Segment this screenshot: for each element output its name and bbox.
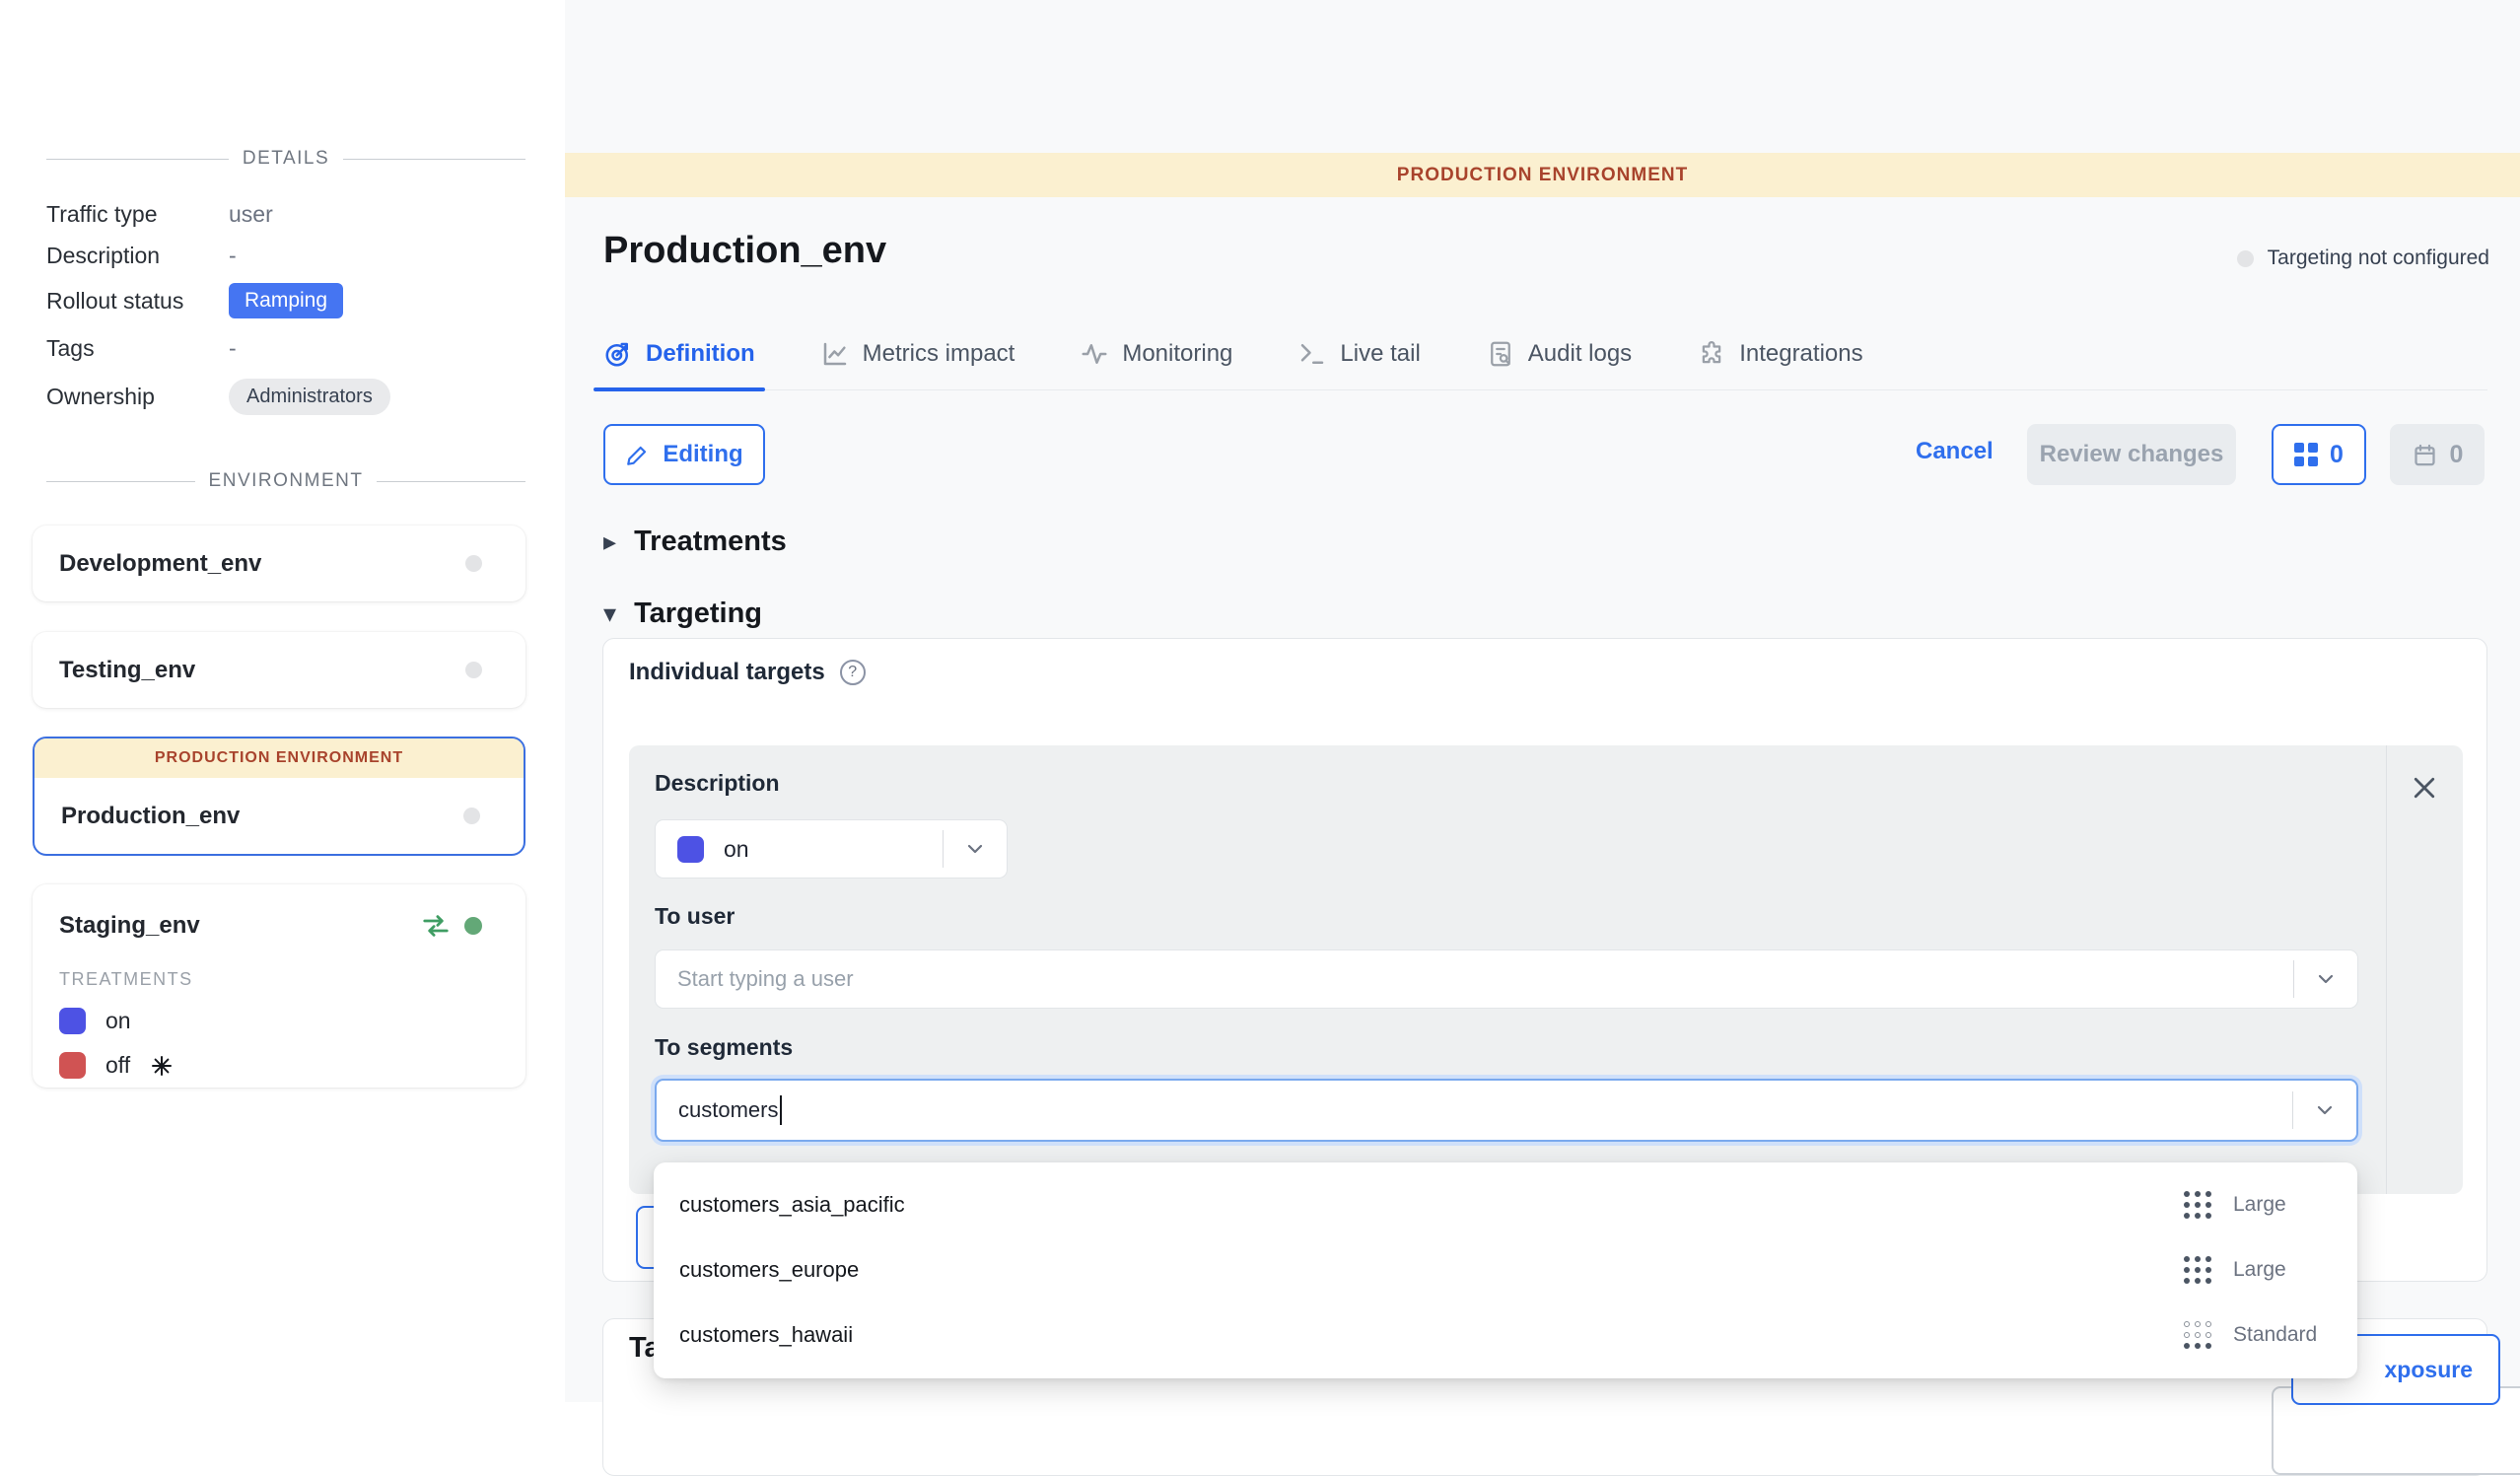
tab-definition[interactable]: Definition bbox=[603, 331, 755, 389]
individual-targets-title: Individual targets bbox=[629, 659, 825, 686]
environment-heading: ENVIRONMENT bbox=[46, 470, 525, 492]
segment-option-hawaii[interactable]: customers_hawaii Standard bbox=[654, 1302, 2357, 1368]
treatment-on-swatch bbox=[59, 1008, 86, 1034]
detail-row-description: Description - bbox=[46, 235, 525, 276]
close-icon[interactable] bbox=[2410, 773, 2439, 803]
segments-dropdown: customers_asia_pacific Large customers_e… bbox=[654, 1162, 2357, 1378]
terminal-icon bbox=[1297, 339, 1327, 369]
to-segments-label: To segments bbox=[655, 1034, 793, 1061]
ownership-chip[interactable]: Administrators bbox=[229, 379, 390, 415]
tab-metrics-impact[interactable]: Metrics impact bbox=[820, 331, 1015, 389]
detail-row-tags: Tags - bbox=[46, 325, 525, 371]
grid-icon bbox=[2294, 443, 2318, 466]
detail-row-traffic-type: Traffic type user bbox=[46, 193, 525, 235]
env-card-development[interactable]: Development_env bbox=[33, 526, 525, 601]
status-dot-green bbox=[464, 917, 482, 935]
tab-integrations[interactable]: Integrations bbox=[1697, 331, 1862, 389]
puzzle-icon bbox=[1697, 339, 1726, 369]
production-environment-banner: PRODUCTION ENVIRONMENT bbox=[565, 153, 2520, 197]
chevron-down-icon: ▾ bbox=[603, 598, 616, 629]
tab-live-tail[interactable]: Live tail bbox=[1297, 331, 1420, 389]
chevron-down-icon[interactable] bbox=[2294, 967, 2357, 991]
card-divider bbox=[2386, 745, 2387, 1194]
text-caret bbox=[780, 1095, 782, 1125]
segment-size-icon-large bbox=[2184, 1191, 2211, 1219]
status-dot-gray bbox=[465, 662, 482, 678]
tab-bar: Definition Metrics impact Monitoring Liv… bbox=[603, 331, 2487, 390]
scheduled-changes-button[interactable]: 0 bbox=[2390, 424, 2485, 485]
env-card-production[interactable]: PRODUCTION ENVIRONMENT Production_env bbox=[33, 737, 525, 856]
segment-option-europe[interactable]: customers_europe Large bbox=[654, 1237, 2357, 1302]
status-dot-gray bbox=[465, 555, 482, 572]
rollout-status-badge: Ramping bbox=[229, 283, 343, 318]
details-heading: DETAILS bbox=[46, 148, 525, 170]
treatment-select[interactable]: on bbox=[655, 819, 1008, 879]
details-rows: Traffic type user Description - Rollout … bbox=[46, 193, 525, 422]
tab-monitoring[interactable]: Monitoring bbox=[1080, 331, 1232, 389]
status-dot-gray bbox=[463, 808, 480, 824]
treatment-off: off bbox=[59, 1052, 525, 1079]
swap-arrows-icon bbox=[421, 913, 451, 939]
pencil-icon bbox=[625, 442, 651, 467]
segment-size-icon-large bbox=[2184, 1256, 2211, 1284]
pulse-icon bbox=[1080, 339, 1109, 369]
segments-input[interactable]: customers bbox=[655, 1079, 2358, 1142]
status-dot-gray bbox=[2237, 250, 2254, 267]
chevron-right-icon: ▸ bbox=[603, 527, 616, 557]
treatment-off-swatch bbox=[59, 1052, 86, 1079]
cancel-button[interactable]: Cancel bbox=[1916, 438, 1994, 465]
description-label: Description bbox=[655, 770, 780, 797]
env-card-testing[interactable]: Testing_env bbox=[33, 632, 525, 708]
to-user-label: To user bbox=[655, 903, 735, 930]
user-input-placeholder: Start typing a user bbox=[677, 966, 2293, 992]
targeting-section-toggle[interactable]: ▾ Targeting bbox=[603, 597, 762, 630]
targeting-status: Targeting not configured bbox=[2237, 246, 2489, 270]
treatment-on-swatch bbox=[677, 836, 704, 863]
treatments-section-toggle[interactable]: ▸ Treatments bbox=[603, 526, 787, 558]
chevron-down-icon[interactable] bbox=[944, 837, 1007, 861]
target-definition-card: Description on To user Start typing a us… bbox=[629, 745, 2463, 1194]
pending-changes-button[interactable]: 0 bbox=[2272, 424, 2366, 485]
detail-row-rollout-status: Rollout status Ramping bbox=[46, 276, 525, 325]
help-icon[interactable]: ? bbox=[840, 660, 866, 685]
editing-button[interactable]: Editing bbox=[603, 424, 765, 485]
chevron-down-icon[interactable] bbox=[2293, 1098, 2356, 1122]
env-card-staging[interactable]: Staging_env TREATMENTS on off bbox=[33, 884, 525, 1088]
target-icon bbox=[603, 339, 633, 369]
treatment-on: on bbox=[59, 1008, 525, 1034]
chart-icon bbox=[820, 339, 850, 369]
audit-logs-icon bbox=[1486, 339, 1515, 369]
sidebar: DETAILS Traffic type user Description - … bbox=[0, 0, 565, 1402]
segment-option-asia-pacific[interactable]: customers_asia_pacific Large bbox=[654, 1172, 2357, 1237]
production-band: PRODUCTION ENVIRONMENT bbox=[35, 738, 524, 778]
detail-row-ownership: Ownership Administrators bbox=[46, 371, 525, 422]
segment-size-icon-standard bbox=[2184, 1321, 2211, 1349]
tab-audit-logs[interactable]: Audit logs bbox=[1486, 331, 1632, 389]
calendar-icon bbox=[2412, 442, 2438, 468]
review-changes-button[interactable]: Review changes bbox=[2027, 424, 2236, 485]
user-input[interactable]: Start typing a user bbox=[655, 949, 2358, 1009]
default-treatment-asterisk-icon bbox=[150, 1054, 174, 1078]
environment-title: Production_env bbox=[603, 230, 886, 272]
